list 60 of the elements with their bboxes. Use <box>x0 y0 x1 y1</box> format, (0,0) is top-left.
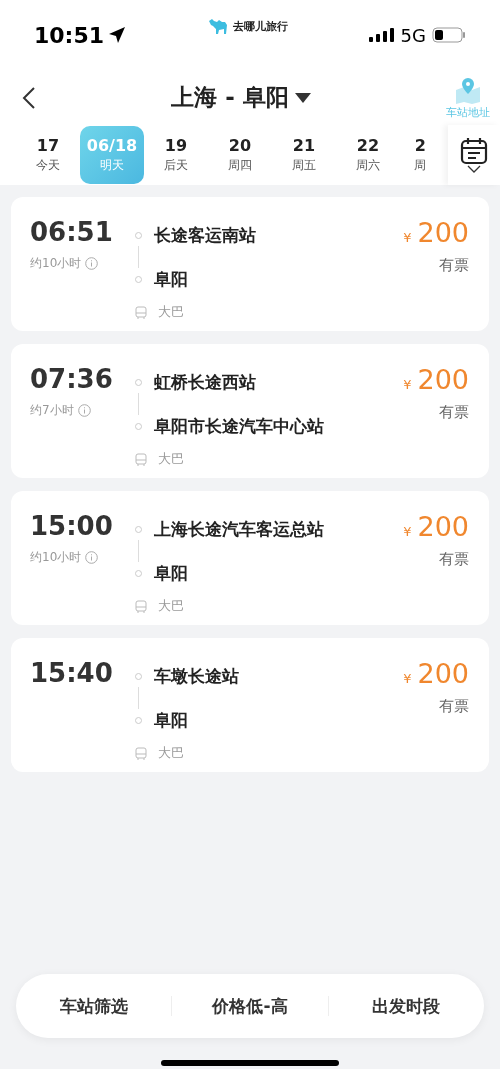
ticket-price: 200 <box>417 364 469 395</box>
trip-duration: 约10小时 <box>30 549 82 566</box>
trip-duration: 约10小时 <box>30 255 82 272</box>
arrival-station: 阜阳 <box>154 267 188 291</box>
bus-icon <box>135 746 147 760</box>
arrival-station: 阜阳 <box>154 708 188 732</box>
date-tab[interactable]: 20 周四 <box>208 126 272 184</box>
back-icon[interactable] <box>22 86 36 109</box>
ticket-price: 200 <box>417 658 469 689</box>
trip-card[interactable]: 15:00 约10小时 上海长途汽车客运总站 阜阳 大巴 ¥ 200 有票 <box>11 491 489 625</box>
trip-card[interactable]: 07:36 约7小时 虹桥长途西站 阜阳市长途汽车中心站 大巴 ¥ 200 有票 <box>11 344 489 478</box>
date-tab[interactable]: 2 周 <box>400 126 426 184</box>
route-title[interactable]: 上海 - 阜阳 <box>171 82 289 113</box>
date-tab[interactable]: 19 后天 <box>144 126 208 184</box>
vehicle-type: 大巴 <box>158 303 184 321</box>
camel-icon <box>208 18 230 34</box>
trip-duration: 约7小时 <box>30 402 74 419</box>
vehicle-type: 大巴 <box>158 450 184 468</box>
filter-button[interactable]: 价格低-高 <box>172 986 328 1026</box>
trip-card[interactable]: 15:40 车墩长途站 阜阳 大巴 ¥ 200 有票 <box>11 638 489 772</box>
departure-station: 车墩长途站 <box>154 664 239 688</box>
location-arrow-icon <box>108 26 127 44</box>
currency-symbol: ¥ <box>403 524 412 539</box>
departure-time: 07:36 <box>30 364 114 394</box>
ticket-availability: 有票 <box>439 403 469 422</box>
ticket-price: 200 <box>417 511 469 542</box>
date-tab[interactable]: 22 周六 <box>336 126 400 184</box>
date-tab[interactable]: 17 今天 <box>16 126 80 184</box>
ticket-availability: 有票 <box>439 256 469 275</box>
departure-time: 06:51 <box>30 217 114 247</box>
vehicle-type: 大巴 <box>158 744 184 762</box>
filter-button[interactable]: 出发时段 <box>328 986 484 1026</box>
ticket-availability: 有票 <box>439 697 469 716</box>
chevron-down-icon[interactable] <box>467 165 481 173</box>
ticket-price: 200 <box>417 217 469 248</box>
ticket-availability: 有票 <box>439 550 469 569</box>
bus-icon <box>135 599 147 613</box>
vehicle-type: 大巴 <box>158 597 184 615</box>
departure-time: 15:40 <box>30 658 114 688</box>
network-type: 5G <box>400 24 426 46</box>
currency-symbol: ¥ <box>403 230 412 245</box>
arrival-station: 阜阳 <box>154 561 188 585</box>
calendar-icon[interactable] <box>460 137 488 165</box>
arrival-station: 阜阳市长途汽车中心站 <box>154 414 324 438</box>
date-tab[interactable]: 21 周五 <box>272 126 336 184</box>
status-time: 10:51 <box>34 22 105 48</box>
signal-icon <box>368 28 395 42</box>
currency-symbol: ¥ <box>403 377 412 392</box>
bus-icon <box>135 452 147 466</box>
battery-icon <box>432 27 466 43</box>
departure-time: 15:00 <box>30 511 114 541</box>
filter-button[interactable]: 车站筛选 <box>16 986 172 1026</box>
trip-card[interactable]: 06:51 约10小时 长途客运南站 阜阳 大巴 ¥ 200 有票 <box>11 197 489 331</box>
currency-symbol: ¥ <box>403 671 412 686</box>
bus-icon <box>135 305 147 319</box>
departure-station: 虹桥长途西站 <box>154 370 256 394</box>
departure-station: 长途客运南站 <box>154 223 256 247</box>
departure-station: 上海长途汽车客运总站 <box>154 517 324 541</box>
app-name: 去哪儿旅行 <box>233 18 288 34</box>
dropdown-caret-icon[interactable] <box>294 92 311 103</box>
